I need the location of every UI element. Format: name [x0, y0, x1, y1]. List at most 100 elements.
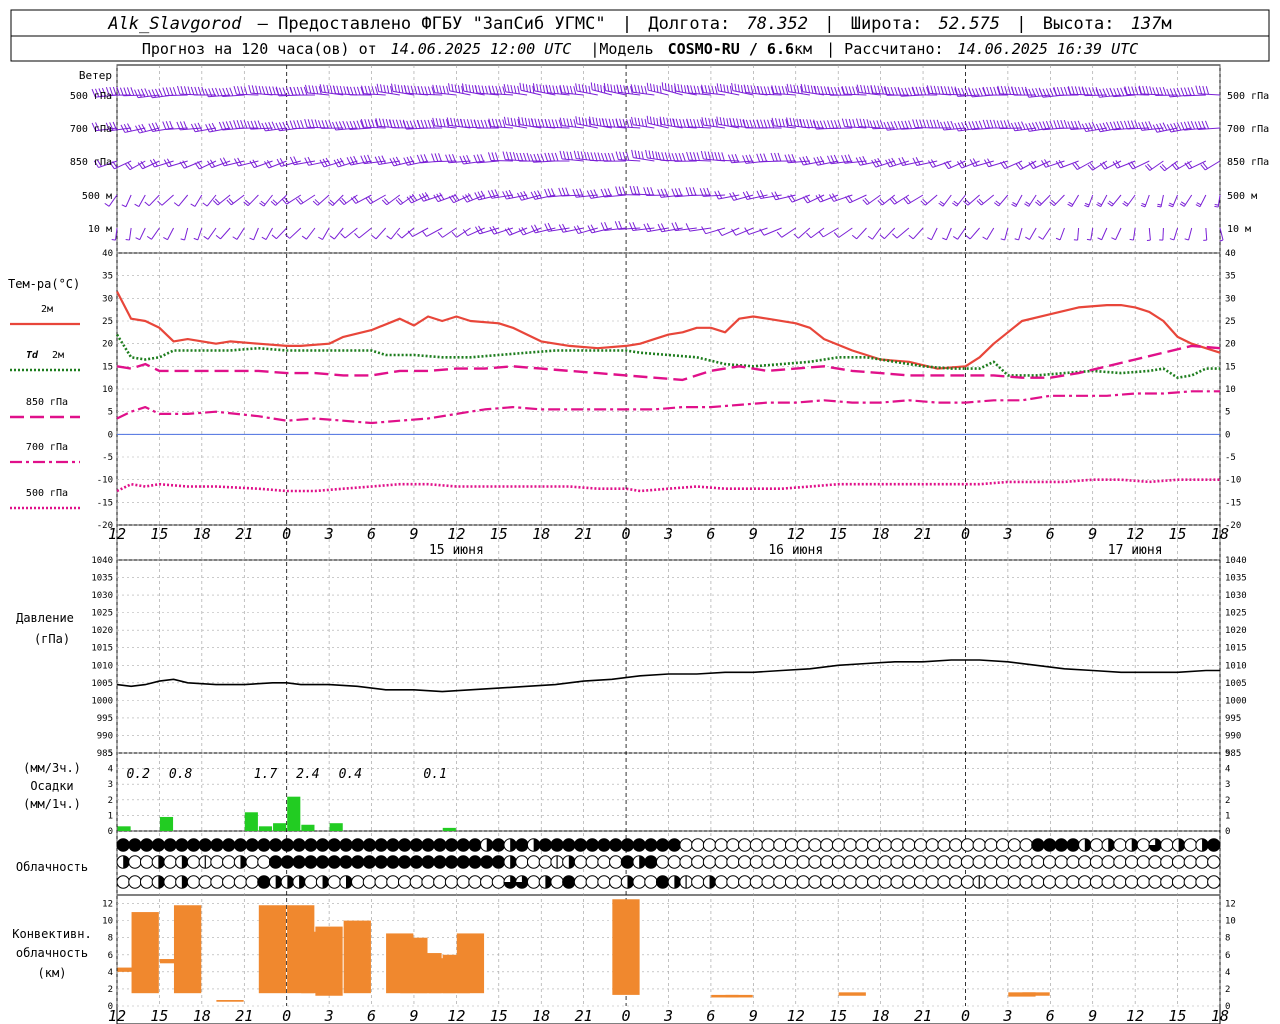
wind-barb-feather [608, 118, 612, 127]
wind-barb-feather [356, 86, 361, 96]
wind-barb-feather [737, 84, 740, 93]
wind-barb-feather [653, 117, 656, 125]
wind-barb-staff [945, 227, 952, 240]
wind-barb-feather [697, 85, 701, 95]
wind-barb-feather [519, 82, 522, 91]
cloud-cover-circle-icon [597, 875, 611, 889]
wind-barb-feather [123, 123, 129, 132]
precip-amount-label: 0.1 [423, 767, 446, 782]
wind-barb-feather [637, 117, 641, 126]
wind-barb-feather [258, 85, 262, 95]
wind-barb-feather [573, 150, 577, 159]
x-tick-label-bottom: 3 [324, 1007, 334, 1024]
wind-barb-feather [796, 85, 800, 94]
wind-barb-feather [172, 87, 177, 96]
header-line-1: Alk_Slavgorod – Предоставлено ФГБУ "ЗапС… [107, 14, 1171, 34]
cloud-cover-circle-icon [726, 838, 740, 852]
x-tick-label-temp: 0 [622, 525, 631, 543]
y-tick-label-left: 0 [108, 430, 113, 440]
x-tick-label-bottom: 6 [367, 1007, 376, 1024]
cloud-cover-circle-icon [667, 855, 682, 869]
cloud-cover-circle-icon [433, 875, 447, 889]
conv-title-3: (км) [38, 966, 67, 980]
wind-barb-feather [930, 85, 934, 94]
wind-barb-feather [1014, 238, 1019, 241]
wind-barb-feather [392, 119, 396, 128]
cloud-cover-circle-icon [890, 855, 904, 869]
y-tick-label-right: 10 [1225, 917, 1236, 927]
cloud-cover-fill [257, 875, 271, 889]
wind-barb-feather [268, 86, 273, 95]
wind-barb-feather [1025, 123, 1030, 132]
wind-barb-feather [778, 118, 782, 127]
cloud-cover-circle-icon [691, 838, 705, 852]
cloud-cover-circle-icon [867, 838, 881, 852]
y-tick-label-right: 15 [1225, 362, 1236, 372]
cloud-cover-circle-icon [550, 875, 564, 889]
wind-barb-feather [388, 119, 393, 128]
wind-barb-feather [1003, 120, 1008, 129]
wind-barb-staff [1162, 227, 1164, 241]
wind-barb-staff [1172, 194, 1179, 207]
wind-barb-feather [904, 120, 909, 130]
wind-barb-feather [134, 203, 140, 208]
wind-barb-staff [986, 227, 995, 240]
wind-barb-feather [572, 189, 577, 198]
cloud-cover-circle-icon [878, 838, 893, 852]
wind-barb-feather [364, 85, 368, 95]
cloud-cover-circle-icon [984, 838, 998, 852]
wind-barb-staff [220, 227, 231, 240]
cloud-cover-circle-icon [386, 875, 400, 889]
wind-barb-feather [590, 82, 593, 90]
wind-barb-staff [139, 227, 146, 240]
wind-barb-feather [704, 151, 708, 160]
precip-bar [273, 823, 287, 831]
wind-level-label-left: 500 м [82, 191, 112, 202]
wind-barb-feather [465, 83, 468, 92]
cloud-cover-circle-icon [1160, 838, 1174, 852]
wind-barb-feather [569, 85, 573, 95]
wind-barb-feather [1202, 85, 1206, 95]
wind-barb-staff [1101, 227, 1108, 240]
wind-level-label-right: 500 м [1227, 191, 1257, 202]
wind-barb-feather [747, 84, 750, 94]
wind-barb-feather [722, 117, 726, 126]
wind-barb-feather [554, 152, 559, 162]
cloud-cover-fill [175, 838, 189, 852]
wind-barb-feather [1011, 203, 1017, 208]
y-tick-label-left: 3 [108, 780, 113, 790]
wind-barb-feather [249, 237, 254, 241]
cloud-cover-circle-icon [585, 875, 599, 889]
wind-barb-feather [144, 201, 150, 207]
cloud-cover-fill [644, 838, 658, 852]
wind-barb-feather [860, 84, 863, 94]
cloud-cover-fill [445, 838, 458, 852]
computed-date: 14.06.2025 16:39 UTC [958, 40, 1139, 58]
wind-barb-feather [657, 189, 662, 198]
wind-barb-feather [716, 83, 719, 92]
wind-barb-feather [719, 83, 723, 92]
y-tick-label-right: 0 [1225, 430, 1230, 440]
wind-barb-feather [282, 87, 287, 96]
wind-barb-feather [524, 117, 528, 126]
alt-value: 137 [1131, 14, 1162, 34]
wind-barb-feather [414, 85, 418, 95]
cloud-cover-fill [1043, 838, 1056, 852]
wind-barb-feather [597, 84, 599, 92]
cloud-cover-circle-icon [867, 875, 881, 889]
wind-barb-feather [612, 118, 616, 128]
wind-barb-feather [300, 120, 304, 129]
y-tick-label-left: -5 [102, 453, 113, 463]
wind-barb-feather [989, 119, 994, 129]
wind-barb-feather [726, 85, 729, 93]
cloud-cover-circle-icon [784, 838, 799, 852]
wind-barb-feather [558, 187, 563, 197]
wind-barb-feather [634, 117, 638, 126]
cloud-cover-circle-icon [1007, 875, 1022, 889]
wind-barb-feather [566, 118, 570, 127]
wind-barb-staff [161, 194, 174, 206]
cloud-cover-circle-icon [632, 875, 646, 889]
wind-barb-feather [547, 188, 552, 197]
wind-barb-feather [1088, 122, 1093, 131]
wind-barb-feather [618, 186, 623, 195]
